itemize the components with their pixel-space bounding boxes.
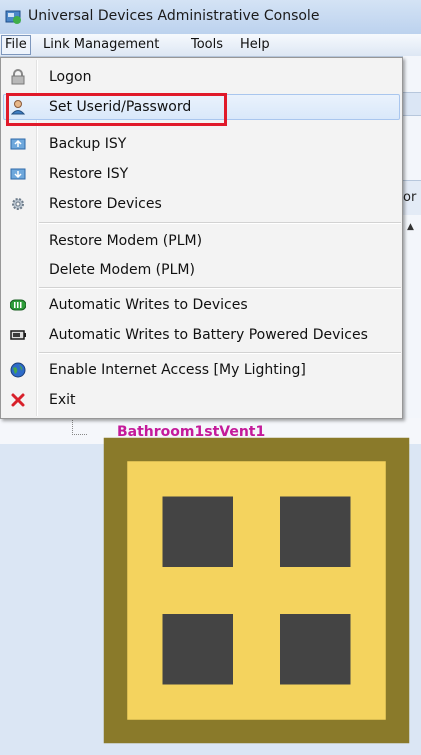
menu-separator (39, 287, 401, 289)
globe-icon (10, 362, 26, 378)
restore-icon (10, 168, 26, 180)
menu-item-restore-modem[interactable]: Restore Modem (PLM) (3, 228, 400, 254)
menu-item-label: Automatic Writes to Devices (49, 297, 248, 313)
menu-tools[interactable]: Tools (188, 36, 226, 54)
device-node-icon (103, 437, 410, 744)
battery-icon (10, 330, 26, 340)
backup-icon (10, 138, 26, 150)
menu-separator (39, 222, 401, 224)
menu-item-automatic-writes-devices[interactable]: Automatic Writes to Devices (3, 292, 400, 318)
menu-item-exit[interactable]: Exit (3, 387, 400, 413)
menu-item-delete-modem[interactable]: Delete Modem (PLM) (3, 257, 400, 283)
menu-item-label: Delete Modem (PLM) (49, 262, 195, 278)
tree-node-label[interactable]: Bathroom1stVent1 (117, 424, 265, 440)
menu-item-logon[interactable]: Logon (3, 64, 400, 90)
scroll-up-arrow-icon[interactable]: ▲ (407, 222, 414, 232)
menu-separator (39, 352, 401, 354)
menu-help[interactable]: Help (237, 36, 273, 54)
tree-connector (72, 418, 87, 435)
menu-item-restore-isy[interactable]: Restore ISY (3, 161, 400, 187)
menu-item-enable-internet-access[interactable]: Enable Internet Access [My Lighting] (3, 357, 400, 383)
menu-item-label: Automatic Writes to Battery Powered Devi… (49, 327, 368, 343)
menu-item-label: Restore ISY (49, 166, 129, 182)
gear-icon (12, 198, 24, 210)
annotation-highlight-box (6, 93, 227, 126)
menu-item-label: Enable Internet Access [My Lighting] (49, 362, 306, 378)
lock-icon (11, 69, 25, 85)
app-icon (5, 10, 21, 24)
background-header-strip (403, 92, 421, 116)
title-bar: Universal Devices Administrative Console (0, 0, 421, 35)
menu-file[interactable]: File (1, 35, 31, 55)
menu-item-label: Backup ISY (49, 136, 127, 152)
menu-item-label: Logon (49, 69, 92, 85)
background-partial-text: or (403, 190, 417, 205)
menu-item-label: Exit (49, 392, 76, 408)
menu-bar: File Link Management Tools Help (0, 34, 421, 57)
menu-item-automatic-writes-battery[interactable]: Automatic Writes to Battery Powered Devi… (3, 322, 400, 348)
menu-item-label: Restore Devices (49, 196, 162, 212)
menu-item-restore-devices[interactable]: Restore Devices (3, 191, 400, 217)
device-write-icon (10, 299, 26, 311)
window-title: Universal Devices Administrative Console (28, 8, 320, 24)
menu-link-management[interactable]: Link Management (40, 36, 162, 54)
close-icon (11, 393, 25, 407)
menu-item-label: Restore Modem (PLM) (49, 233, 203, 249)
menu-item-backup-isy[interactable]: Backup ISY (3, 131, 400, 157)
